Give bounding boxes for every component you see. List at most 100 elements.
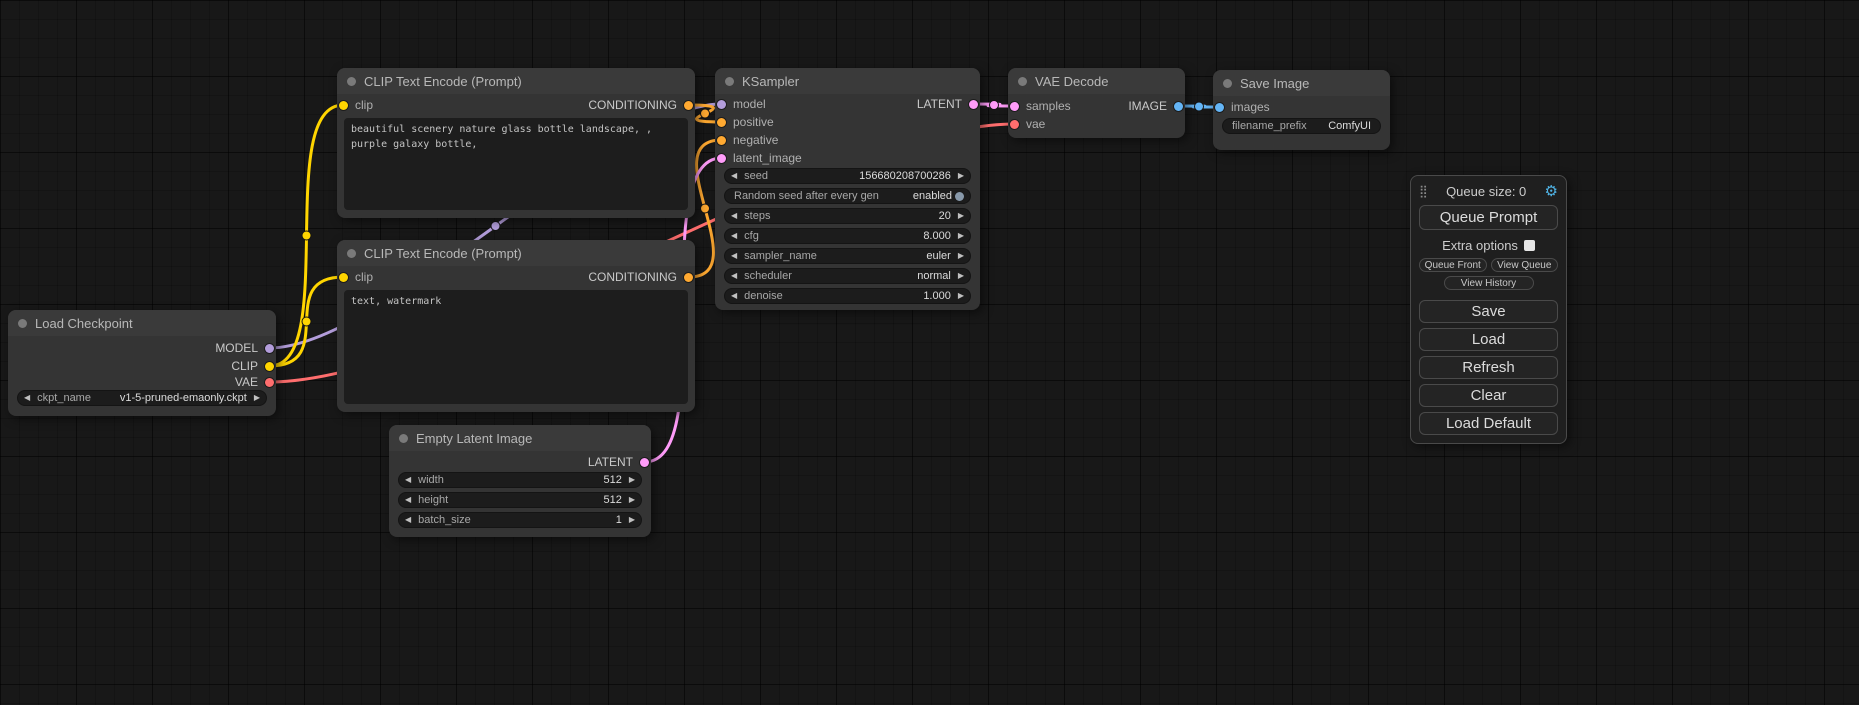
widget-label: steps	[744, 210, 770, 222]
vae-input-port[interactable]	[1010, 120, 1019, 129]
port-label: LATENT	[588, 455, 633, 469]
link-midpoint-dot	[302, 317, 311, 326]
negative-prompt-textarea[interactable]: text, watermark	[344, 290, 688, 404]
increment-arrow-icon[interactable]: ▶	[958, 232, 964, 240]
node-title-bar[interactable]: VAE Decode	[1008, 68, 1185, 94]
clip-output-port[interactable]	[265, 362, 274, 371]
images-input: images	[1215, 99, 1270, 115]
link-midpoint-dot	[990, 101, 999, 110]
decrement-arrow-icon[interactable]: ◀	[731, 292, 737, 300]
collapse-dot[interactable]	[347, 77, 356, 86]
decrement-arrow-icon[interactable]: ◀	[731, 172, 737, 180]
decrement-arrow-icon[interactable]: ◀	[405, 496, 411, 504]
collapse-dot[interactable]	[347, 249, 356, 258]
collapse-dot[interactable]	[1223, 79, 1232, 88]
increment-arrow-icon[interactable]: ▶	[629, 496, 635, 504]
view-history-button[interactable]: View History	[1444, 276, 1534, 290]
ckpt-name-widget[interactable]: ◀ ckpt_name v1-5-pruned-emaonly.ckpt ▶	[17, 390, 267, 406]
node-graph-canvas[interactable]: Load Checkpoint MODEL CLIP VAE ◀ ckpt_na…	[0, 0, 1859, 705]
increment-arrow-icon[interactable]: ▶	[958, 292, 964, 300]
load-default-button[interactable]: Load Default	[1419, 412, 1558, 435]
node-title-bar[interactable]: Load Checkpoint	[8, 310, 276, 336]
steps-widget[interactable]: ◀ steps 20 ▶	[724, 208, 971, 224]
node-save-image[interactable]: Save Image images filename_prefix ComfyU…	[1213, 70, 1390, 150]
decrement-arrow-icon[interactable]: ◀	[24, 394, 30, 402]
drag-handle-icon[interactable]: ⣿	[1419, 184, 1428, 198]
increment-arrow-icon[interactable]: ▶	[629, 476, 635, 484]
node-title-bar[interactable]: Save Image	[1213, 70, 1390, 96]
height-widget[interactable]: ◀ height 512 ▶	[398, 492, 642, 508]
clip-input-port[interactable]	[339, 273, 348, 282]
extra-options-checkbox[interactable]	[1524, 240, 1535, 251]
cfg-widget[interactable]: ◀ cfg 8.000 ▶	[724, 228, 971, 244]
node-empty-latent-image[interactable]: Empty Latent Image LATENT ◀ width 512 ▶ …	[389, 425, 651, 537]
settings-gear-icon[interactable]: ⚙	[1545, 182, 1558, 200]
model-output-port[interactable]	[265, 344, 274, 353]
widget-value: 512	[603, 494, 621, 506]
node-clip-text-encode-negative[interactable]: CLIP Text Encode (Prompt) clip CONDITION…	[337, 240, 695, 412]
collapse-dot[interactable]	[18, 319, 27, 328]
toggle-knob[interactable]	[955, 192, 964, 201]
positive-prompt-textarea[interactable]: beautiful scenery nature glass bottle la…	[344, 118, 688, 210]
positive-input-port[interactable]	[717, 118, 726, 127]
denoise-widget[interactable]: ◀ denoise 1.000 ▶	[724, 288, 971, 304]
queue-prompt-button[interactable]: Queue Prompt	[1419, 205, 1558, 230]
conditioning-output-port[interactable]	[684, 101, 693, 110]
node-vae-decode[interactable]: VAE Decode samples vae IMAGE	[1008, 68, 1185, 138]
scheduler-widget[interactable]: ◀ scheduler normal ▶	[724, 268, 971, 284]
increment-arrow-icon[interactable]: ▶	[958, 252, 964, 260]
node-title-bar[interactable]: Empty Latent Image	[389, 425, 651, 451]
decrement-arrow-icon[interactable]: ◀	[731, 252, 737, 260]
load-button[interactable]: Load	[1419, 328, 1558, 351]
latent-output-port[interactable]	[969, 100, 978, 109]
node-title: Load Checkpoint	[35, 316, 133, 331]
node-ksampler[interactable]: KSampler model positive negative latent_…	[715, 68, 980, 310]
model-input-port[interactable]	[717, 100, 726, 109]
samples-input-port[interactable]	[1010, 102, 1019, 111]
clear-button[interactable]: Clear	[1419, 384, 1558, 407]
vae-output-port[interactable]	[265, 378, 274, 387]
latent-image-input: latent_image	[717, 150, 802, 166]
clip-input-port[interactable]	[339, 101, 348, 110]
node-title-bar[interactable]: CLIP Text Encode (Prompt)	[337, 240, 695, 266]
latent-output-port[interactable]	[640, 458, 649, 467]
port-label: VAE	[235, 375, 258, 389]
images-input-port[interactable]	[1215, 103, 1224, 112]
collapse-dot[interactable]	[725, 77, 734, 86]
random-seed-toggle-widget[interactable]: Random seed after every gen enabled	[724, 188, 971, 204]
node-title-bar[interactable]: KSampler	[715, 68, 980, 94]
image-output-port[interactable]	[1174, 102, 1183, 111]
extra-options-row: Extra options	[1419, 238, 1558, 253]
port-label: CLIP	[231, 359, 258, 373]
node-load-checkpoint[interactable]: Load Checkpoint MODEL CLIP VAE ◀ ckpt_na…	[8, 310, 276, 416]
increment-arrow-icon[interactable]: ▶	[958, 212, 964, 220]
node-title: Empty Latent Image	[416, 431, 532, 446]
refresh-button[interactable]: Refresh	[1419, 356, 1558, 379]
width-widget[interactable]: ◀ width 512 ▶	[398, 472, 642, 488]
decrement-arrow-icon[interactable]: ◀	[405, 476, 411, 484]
seed-widget[interactable]: ◀ seed 156680208700286 ▶	[724, 168, 971, 184]
increment-arrow-icon[interactable]: ▶	[629, 516, 635, 524]
view-queue-button[interactable]: View Queue	[1491, 258, 1559, 272]
queue-front-button[interactable]: Queue Front	[1419, 258, 1487, 272]
sampler-name-widget[interactable]: ◀ sampler_name euler ▶	[724, 248, 971, 264]
batch-size-widget[interactable]: ◀ batch_size 1 ▶	[398, 512, 642, 528]
decrement-arrow-icon[interactable]: ◀	[731, 272, 737, 280]
negative-input-port[interactable]	[717, 136, 726, 145]
decrement-arrow-icon[interactable]: ◀	[731, 232, 737, 240]
increment-arrow-icon[interactable]: ▶	[254, 394, 260, 402]
collapse-dot[interactable]	[1018, 77, 1027, 86]
node-title-bar[interactable]: CLIP Text Encode (Prompt)	[337, 68, 695, 94]
conditioning-output-port[interactable]	[684, 273, 693, 282]
decrement-arrow-icon[interactable]: ◀	[731, 212, 737, 220]
filename-prefix-widget[interactable]: filename_prefix ComfyUI	[1222, 118, 1381, 134]
widget-label: sampler_name	[744, 250, 817, 262]
collapse-dot[interactable]	[399, 434, 408, 443]
decrement-arrow-icon[interactable]: ◀	[405, 516, 411, 524]
increment-arrow-icon[interactable]: ▶	[958, 172, 964, 180]
latent-image-input-port[interactable]	[717, 154, 726, 163]
increment-arrow-icon[interactable]: ▶	[958, 272, 964, 280]
widget-value: 1.000	[923, 290, 951, 302]
save-button[interactable]: Save	[1419, 300, 1558, 323]
node-clip-text-encode-positive[interactable]: CLIP Text Encode (Prompt) clip CONDITION…	[337, 68, 695, 218]
